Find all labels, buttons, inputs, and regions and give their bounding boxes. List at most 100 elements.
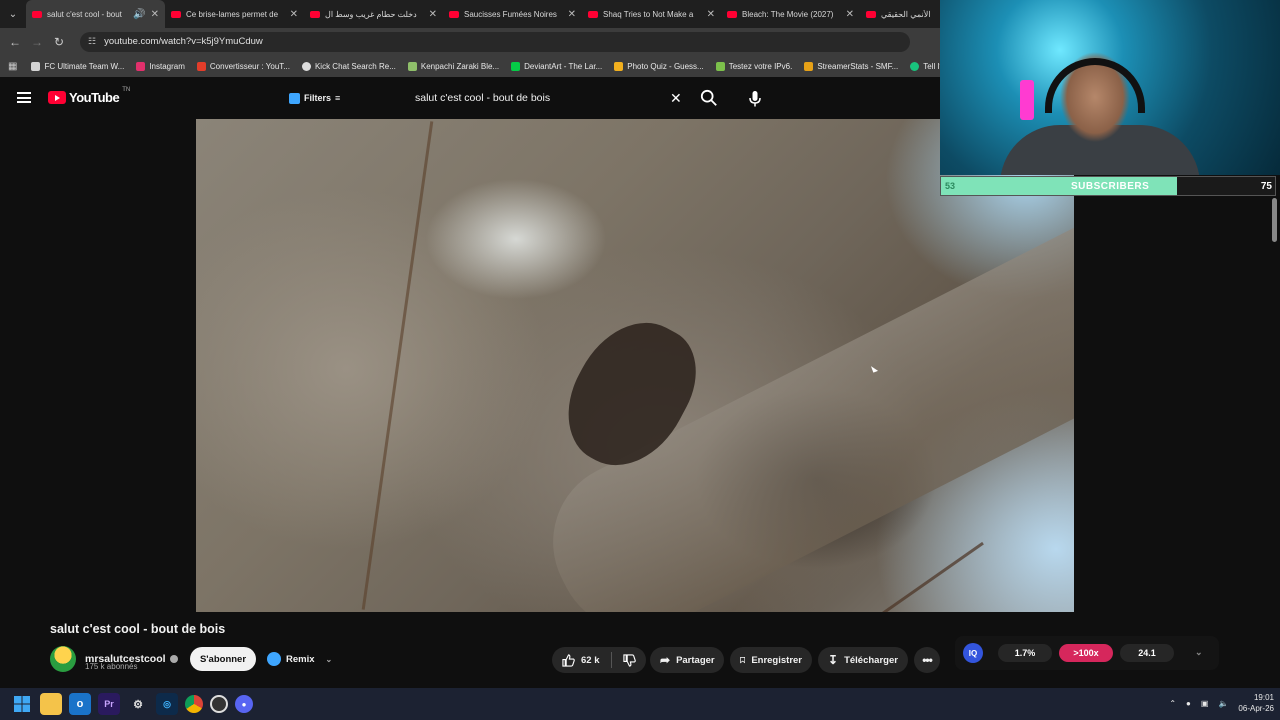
url-field[interactable]: ☷ youtube.com/watch?v=k5j9YmuCduw [80,31,910,52]
remix-button[interactable]: Remix ⌄ [263,647,335,671]
more-actions-button[interactable]: ••• [914,647,940,673]
chrome-icon[interactable] [185,695,203,713]
extension-filter-icon [289,92,300,104]
browser-tab[interactable]: Ce brise-lames permet de ✕ [165,0,304,28]
microphone-icon[interactable] [740,84,770,114]
tab-close-icon[interactable]: ✕ [290,9,298,20]
bookmark-item[interactable]: Kenpachi Zaraki Ble... [407,61,500,71]
premiere-pro-icon[interactable]: Pr [98,693,120,715]
tab-title: Saucisses Fumées Noires [464,9,557,19]
steam-icon[interactable]: ⚙ [127,693,149,715]
download-icon: ↧ [828,653,839,667]
clock[interactable]: 19:01 06-Apr-26 [1238,692,1274,714]
windows-start-icon[interactable] [11,693,33,715]
tray-chevron-up-icon[interactable]: ⌃ [1169,699,1176,708]
browser-tab[interactable]: Saucisses Fumées Noires ✕ [443,0,582,28]
webcam-overlay [940,0,1280,175]
network-icon[interactable]: ▣ [1201,699,1209,708]
obs-icon[interactable] [210,695,228,713]
discord-icon[interactable]: ● [235,695,253,713]
microphone-tray-icon[interactable]: ● [1186,699,1191,708]
outlook-icon[interactable]: o [69,693,91,715]
bookmark-item[interactable]: Testez votre IPv6. [715,61,793,71]
back-arrow-icon[interactable]: ← [4,35,26,49]
video-frame-twig [851,541,984,612]
youtube-logo[interactable]: YouTube TN [48,87,131,105]
like-count: 62 k [581,654,600,666]
page-scrollbar[interactable] [1272,198,1277,242]
tab-close-icon[interactable]: ✕ [151,9,159,20]
bookmark-item[interactable]: Convertisseur : YouT... [196,61,290,71]
subscribe-button[interactable]: S'abonner [190,647,256,671]
youtube-favicon-icon [310,10,320,18]
country-code: TN [122,87,131,93]
sliders-icon: ≡ [335,93,341,103]
bookmark-label: DeviantArt - The Lar... [524,61,603,71]
remix-label: Remix [286,653,315,665]
bookmark-label: Testez votre IPv6. [728,61,793,71]
download-label: Télécharger [844,654,898,666]
forward-arrow-icon[interactable]: → [26,35,48,49]
save-label: Enregistrer [751,654,802,666]
share-button[interactable]: ➦ Partager [650,647,724,673]
channel-avatar[interactable] [50,646,76,672]
stat-pill-highlight: >100x [1059,644,1113,662]
share-label: Partager [676,654,715,666]
extension-badge[interactable]: IQ [963,643,983,663]
photoshop-icon[interactable]: ◎ [156,693,178,715]
chevron-down-icon: ⌄ [325,654,333,664]
volume-icon[interactable]: 🔈 [1218,699,1228,708]
tab-close-icon[interactable]: ✕ [568,9,576,20]
tab-close-icon[interactable]: ✕ [429,9,437,20]
hamburger-menu-icon[interactable] [17,92,31,103]
tab-search-chevron-icon[interactable]: ⌄ [0,0,26,28]
tab-close-icon[interactable]: ✕ [846,9,854,20]
apps-grid-icon[interactable]: ▦ [8,61,17,72]
clock-date: 06-Apr-26 [1238,704,1274,713]
bookmark-favicon-icon [31,61,41,71]
file-explorer-icon[interactable] [40,693,62,715]
browser-tab[interactable]: Shaq Tries to Not Make a ✕ [582,0,721,28]
search-input[interactable]: salut c'est cool - bout de bois [404,83,694,113]
divider [610,652,612,668]
tab-title: Shaq Tries to Not Make a [603,9,694,19]
site-info-icon[interactable]: ☷ [88,36,96,47]
bookmark-item[interactable]: DeviantArt - The Lar... [511,61,603,71]
clock-time: 19:01 [1253,693,1274,702]
reload-icon[interactable]: ↻ [48,35,70,49]
bookmark-label: Kenpachi Zaraki Ble... [420,61,500,71]
bookmark-label: Instagram [149,61,185,71]
filters-label: Filters [304,93,332,103]
browser-tab[interactable]: Bleach: The Movie (2027) ✕ [721,0,860,28]
speaker-icon[interactable]: 🔊 [133,9,145,20]
tab-close-icon[interactable]: ✕ [707,9,715,20]
stat-pill: 24.1 [1120,644,1174,662]
save-button[interactable]: Enregistrer [730,647,812,673]
browser-tab[interactable]: دخلت حطام غريب وسط ال ✕ [304,0,443,28]
windows-taskbar: o Pr ⚙ ◎ ● ⌃ ● ▣ 🔈 19:01 06-Apr-26 [0,688,1280,720]
bookmark-favicon-icon [614,61,624,71]
like-button[interactable]: 62 k [562,653,600,667]
system-tray: ⌃ ● ▣ 🔈 19:01 06-Apr-26 [1169,692,1274,714]
url-text: youtube.com/watch?v=k5j9YmuCduw [104,36,263,47]
bookmark-item[interactable]: Kick Chat Search Re... [301,61,396,71]
bookmark-item[interactable]: Photo Quiz - Guess... [614,61,704,71]
filters-button[interactable]: Filters ≡ [282,87,350,109]
bookmark-item[interactable]: StreamerStats - SMF... [804,61,899,71]
share-arrow-icon: ➦ [660,653,671,667]
bookmark-label: StreamerStats - SMF... [817,61,899,71]
clear-search-icon[interactable]: ✕ [670,90,682,107]
rgb-light [1020,80,1034,120]
thumbs-down-icon[interactable] [622,653,636,667]
download-button[interactable]: ↧ Télécharger [818,647,908,673]
bookmark-item[interactable]: FC Ultimate Team W... [31,61,125,71]
remix-icon [267,652,281,666]
browser-tab-active[interactable]: salut c'est cool - bout 🔊 ✕ [26,0,165,28]
bookmark-label: FC Ultimate Team W... [44,61,125,71]
bookmark-item[interactable]: Instagram [136,61,185,71]
bookmark-item[interactable]: Tell It [910,61,942,71]
deviantart-icon [511,61,521,71]
chevron-down-icon[interactable]: ⌄ [1195,647,1203,658]
instagram-icon [136,61,146,71]
search-icon[interactable] [700,89,718,107]
